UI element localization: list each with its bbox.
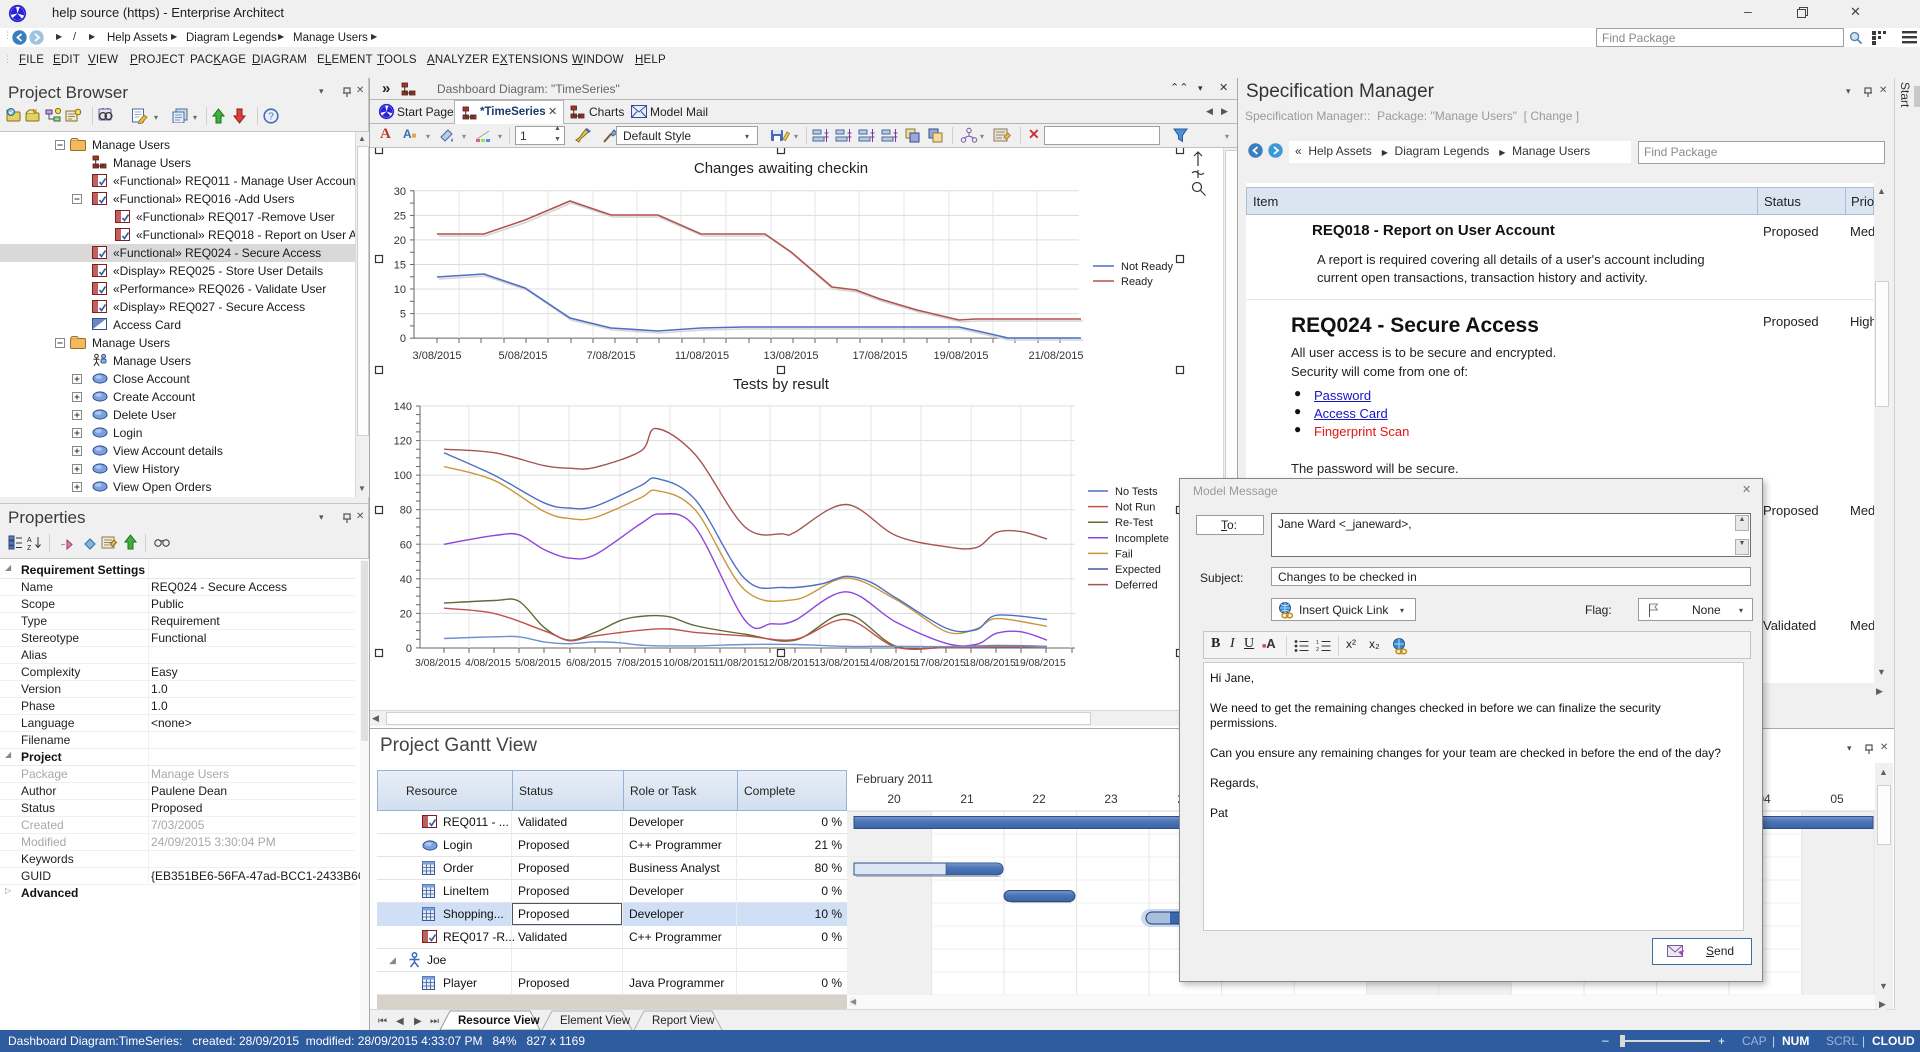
svg-text:Not Ready: Not Ready: [1121, 261, 1173, 273]
svg-text:Report View: Report View: [652, 1015, 715, 1027]
svg-text:A: A: [27, 537, 32, 544]
svg-text:17/08/2015: 17/08/2015: [852, 350, 907, 362]
svg-text:No Tests: No Tests: [1115, 486, 1158, 498]
svg-text:Fail: Fail: [1115, 548, 1133, 560]
svg-text:10/08/2015: 10/08/2015: [663, 658, 715, 669]
svg-text:05: 05: [1830, 792, 1844, 806]
svg-text:Incomplete: Incomplete: [1115, 533, 1169, 545]
svg-text:60: 60: [400, 539, 412, 551]
svg-text:140: 140: [394, 401, 412, 413]
svg-text:21: 21: [960, 792, 974, 806]
svg-text:120: 120: [394, 436, 412, 448]
svg-text:20: 20: [394, 235, 406, 247]
svg-text:25: 25: [394, 210, 406, 222]
svg-text:February 2011: February 2011: [856, 772, 933, 786]
svg-text:Z: Z: [27, 545, 32, 550]
svg-text:6/08/2015: 6/08/2015: [566, 658, 612, 669]
svg-text:80: 80: [400, 505, 412, 517]
svg-text:10: 10: [394, 284, 406, 296]
svg-text:4/08/2015: 4/08/2015: [465, 658, 511, 669]
svg-text:7/08/2015: 7/08/2015: [587, 350, 636, 362]
svg-text:40: 40: [400, 574, 412, 586]
svg-text:13/08/2015: 13/08/2015: [763, 350, 818, 362]
svg-text:⏮: ⏮: [378, 1016, 387, 1027]
svg-text:Element View: Element View: [560, 1015, 631, 1027]
svg-text:19/08/2015: 19/08/2015: [1014, 658, 1066, 669]
svg-text:11/08/2015: 11/08/2015: [714, 658, 765, 669]
svg-text:◀: ◀: [396, 1016, 404, 1027]
svg-text:Ready: Ready: [1121, 276, 1153, 288]
svg-text:0: 0: [400, 333, 406, 345]
svg-text:⏭: ⏭: [430, 1016, 439, 1027]
svg-text:5/08/2015: 5/08/2015: [499, 350, 548, 362]
svg-text:21/08/2015: 21/08/2015: [1028, 350, 1083, 362]
svg-text:3/08/2015: 3/08/2015: [413, 350, 462, 362]
svg-text:20: 20: [400, 608, 412, 620]
svg-text:23: 23: [1104, 792, 1118, 806]
svg-text:17/08/2015: 17/08/2015: [914, 658, 966, 669]
svg-text:0: 0: [406, 643, 412, 655]
svg-text:14/08/2015: 14/08/2015: [864, 658, 916, 669]
svg-text:11/08/2015: 11/08/2015: [675, 350, 729, 362]
svg-text:1: 1: [1316, 640, 1319, 646]
svg-text:?: ?: [268, 112, 274, 123]
svg-text:Changes awaiting checkin: Changes awaiting checkin: [694, 160, 868, 177]
svg-text:100: 100: [394, 470, 412, 482]
svg-text:19/08/2015: 19/08/2015: [933, 350, 988, 362]
svg-text:Resource View: Resource View: [458, 1015, 540, 1027]
svg-text:▶: ▶: [414, 1016, 422, 1027]
svg-text:2: 2: [1316, 647, 1319, 653]
svg-text:20: 20: [887, 792, 901, 806]
svg-text:Expected: Expected: [1115, 564, 1161, 576]
svg-text:13/08/2015: 13/08/2015: [814, 658, 866, 669]
svg-text:18/08/2015: 18/08/2015: [964, 658, 1016, 669]
svg-text:Re-Test: Re-Test: [1115, 517, 1153, 529]
svg-text:15: 15: [394, 260, 406, 272]
svg-text:12/08/2015: 12/08/2015: [763, 658, 815, 669]
svg-text:Deferred: Deferred: [1115, 580, 1158, 592]
svg-text:5/08/2015: 5/08/2015: [515, 658, 561, 669]
svg-text:5: 5: [400, 309, 406, 321]
svg-text:7/08/2015: 7/08/2015: [616, 658, 662, 669]
svg-text:Tests by result: Tests by result: [733, 376, 830, 393]
svg-text:3/08/2015: 3/08/2015: [415, 658, 461, 669]
svg-text:22: 22: [1032, 792, 1046, 806]
svg-text:30: 30: [394, 186, 406, 198]
svg-text:Not Run: Not Run: [1115, 502, 1155, 514]
